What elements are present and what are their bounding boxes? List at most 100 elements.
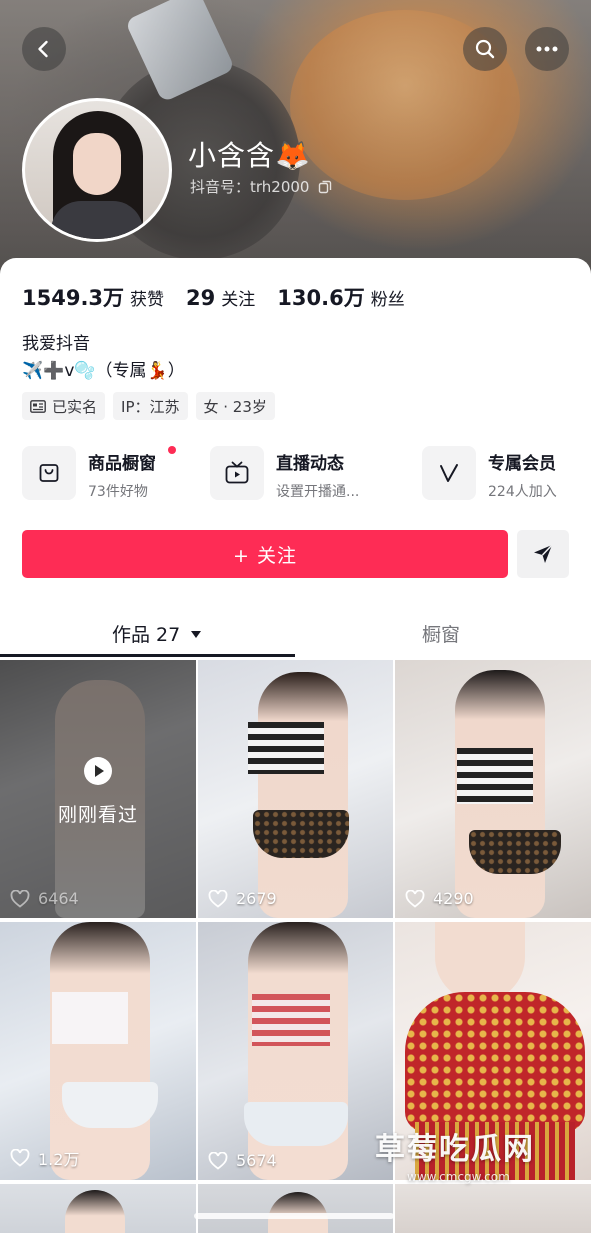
avatar[interactable] xyxy=(22,98,172,242)
thumbnail-shorts xyxy=(244,1102,348,1146)
tab-works[interactable]: 作品 27 xyxy=(112,620,202,647)
video-likes: 1.2万 xyxy=(10,1146,79,1170)
profile-card: 1549.3万 获赞 29 关注 130.6万 粉丝 我爱抖音 ✈️➕v🫧（专属💃） … xyxy=(0,258,591,1233)
tag-ip: IP：江苏 xyxy=(113,392,188,420)
notification-dot xyxy=(168,446,176,454)
profile-tags: 已实名 IP：江苏 女 · 23岁 xyxy=(22,392,275,420)
video-likes: 2679 xyxy=(208,889,277,908)
share-button[interactable] xyxy=(517,530,569,578)
shopping-bag-icon xyxy=(39,464,59,482)
feature-live[interactable]: 直播动态 设置开播通... xyxy=(210,446,359,501)
video-likes-count: 4290 xyxy=(433,889,474,908)
tag-verified-label: 已实名 xyxy=(52,397,98,416)
video-likes-count: 1.2万 xyxy=(38,1150,80,1169)
tag-verified: 已实名 xyxy=(22,392,106,420)
video-thumbnail[interactable]: 4290 xyxy=(395,660,591,918)
douyin-id[interactable]: 抖音号：trh2000 xyxy=(190,176,332,197)
search-icon xyxy=(475,39,495,59)
tv-icon xyxy=(225,461,249,484)
stat-following-value: 29 xyxy=(186,286,216,310)
stat-following-label: 关注 xyxy=(221,290,256,310)
heart-outline-icon xyxy=(208,889,228,908)
caret-down-icon xyxy=(191,631,202,638)
watermark: 草莓吃瓜网 www.cmcgw.com xyxy=(375,1124,535,1184)
douyin-id-text: 抖音号：trh2000 xyxy=(190,178,310,196)
feature-live-title: 直播动态 xyxy=(276,454,344,474)
more-dots-icon xyxy=(536,46,558,52)
avatar-body xyxy=(51,201,143,239)
video-likes: 5674 xyxy=(208,1151,277,1170)
video-likes: 6464 xyxy=(10,889,79,908)
video-likes-count: 2679 xyxy=(236,889,277,908)
video-likes-count: 5674 xyxy=(236,1151,277,1170)
feature-showcase[interactable]: 商品橱窗 73件好物 xyxy=(22,446,176,501)
video-thumbnail[interactable]: 5674 xyxy=(198,922,393,1180)
tag-ip-label: IP：江苏 xyxy=(121,397,180,416)
tag-gender-age: 女 · 23岁 xyxy=(195,392,275,420)
id-card-icon xyxy=(30,399,46,413)
feature-live-sub: 设置开播通... xyxy=(276,484,360,500)
more-button[interactable] xyxy=(525,27,569,71)
thumbnail-figure xyxy=(65,1190,125,1233)
video-thumbnail[interactable]: 刚刚看过 6464 xyxy=(0,660,196,918)
feature-showcase-sub: 73件好物 xyxy=(88,484,148,500)
thumbnail-face xyxy=(435,922,525,1002)
video-thumbnail[interactable]: 2679 xyxy=(198,660,393,918)
play-circle-icon xyxy=(84,757,112,785)
stats-row: 1549.3万 获赞 29 关注 130.6万 粉丝 xyxy=(22,282,427,312)
home-indicator[interactable] xyxy=(194,1213,394,1219)
cover-foil-hat xyxy=(124,0,236,103)
feature-membership-title: 专属会员 xyxy=(488,454,556,474)
watermark-title: 草莓吃瓜网 xyxy=(375,1132,535,1167)
stat-likes-value: 1549.3万 xyxy=(22,286,125,310)
bio-line-2: ✈️➕v🫧（专属💃） xyxy=(22,361,185,381)
feature-showcase-icon-box xyxy=(22,446,76,500)
heart-outline-icon xyxy=(405,889,425,908)
thumbnail-figure xyxy=(258,672,348,918)
video-thumbnail[interactable] xyxy=(0,1184,196,1233)
content-tabs: 作品 27 橱窗 xyxy=(0,608,591,660)
thumbnail-top xyxy=(248,722,324,774)
thumbnail-shorts xyxy=(469,830,561,874)
tab-showcase[interactable]: 橱窗 xyxy=(422,620,460,647)
watched-indicator: 刚刚看过 xyxy=(0,756,196,827)
copy-icon[interactable] xyxy=(318,180,332,194)
tag-gender-age-label: 女 · 23岁 xyxy=(203,397,267,416)
tab-works-label: 作品 27 xyxy=(112,624,181,646)
tab-active-indicator xyxy=(0,654,295,657)
stat-followers[interactable]: 130.6万 粉丝 xyxy=(277,282,426,312)
thumbnail-shorts xyxy=(253,810,349,858)
v-badge-icon xyxy=(440,464,458,482)
stat-likes[interactable]: 1549.3万 获赞 xyxy=(22,282,186,312)
heart-outline-icon xyxy=(10,1149,30,1167)
stat-likes-label: 获赞 xyxy=(130,290,165,310)
video-thumbnail[interactable] xyxy=(198,1184,393,1233)
video-thumbnail[interactable]: 1.2万 xyxy=(0,922,196,1180)
profile-name: 小含含🦊 xyxy=(188,139,311,172)
follow-button[interactable]: + 关注 xyxy=(22,530,508,578)
watermark-url: www.cmcgw.com xyxy=(407,1170,510,1184)
search-button[interactable] xyxy=(463,27,507,71)
avatar-face xyxy=(73,133,121,195)
feature-membership-sub: 224人加入 xyxy=(488,484,557,500)
chevron-left-icon xyxy=(38,40,48,58)
feature-showcase-title: 商品橱窗 xyxy=(88,454,156,474)
video-thumbnail[interactable] xyxy=(395,1184,591,1233)
stat-followers-value: 130.6万 xyxy=(277,286,365,310)
thumbnail-shorts xyxy=(62,1082,158,1128)
stat-following[interactable]: 29 关注 xyxy=(186,285,277,310)
thumbnail-top xyxy=(252,994,330,1046)
video-likes: 4290 xyxy=(405,889,474,908)
thumbnail-top xyxy=(52,992,128,1044)
watched-label: 刚刚看过 xyxy=(57,804,138,826)
feature-live-icon-box xyxy=(210,446,264,500)
video-likes-count: 6464 xyxy=(38,889,79,908)
bio-line-1: 我爱抖音 xyxy=(22,334,90,354)
thumbnail-top xyxy=(405,992,585,1132)
back-button[interactable] xyxy=(22,27,66,71)
feature-membership[interactable]: 专属会员 224人加入 xyxy=(422,446,557,501)
heart-outline-icon xyxy=(10,889,30,908)
feature-entries: 商品橱窗 73件好物 直播动态 设置开播通... 专属会员 224人加入 xyxy=(22,446,582,504)
thumbnail-figure xyxy=(50,922,150,1180)
send-icon xyxy=(534,544,553,563)
